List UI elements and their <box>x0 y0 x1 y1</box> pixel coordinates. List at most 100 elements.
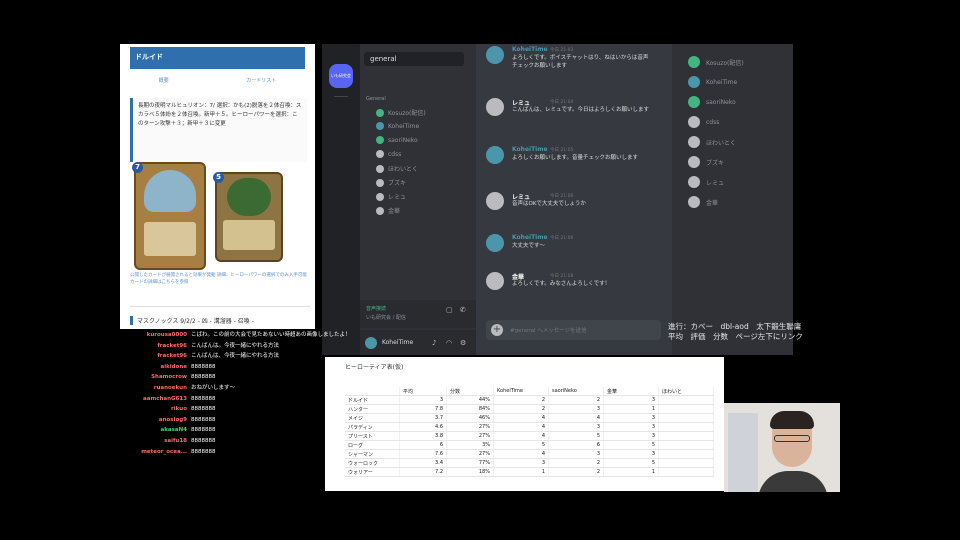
sheet-cell[interactable]: 4.6 <box>399 422 447 432</box>
settings-gear-icon[interactable]: ⚙ <box>460 339 466 347</box>
message-composer[interactable]: + #general へメッセージを送信 <box>486 320 661 340</box>
sheet-cell[interactable]: ドルイド <box>345 395 400 405</box>
sheet-cell[interactable]: 3 <box>603 413 659 423</box>
member-item[interactable]: KoheiTime <box>688 76 737 88</box>
sheet-header-cell[interactable]: ほわいと <box>658 387 714 396</box>
sheet-cell[interactable]: 77% <box>446 458 494 468</box>
message-avatar[interactable] <box>486 234 504 252</box>
headphones-icon[interactable]: ◠ <box>446 339 452 347</box>
chat-log-user[interactable]: fracket96 <box>157 341 187 351</box>
sheet-cell[interactable]: 3 <box>603 395 659 405</box>
sheet-cell[interactable] <box>658 395 714 405</box>
sheet-cell[interactable]: 44% <box>446 395 494 405</box>
sheet-cell[interactable]: 6 <box>548 440 604 450</box>
sheet-header-cell[interactable]: 金華 <box>603 387 659 396</box>
sheet-cell[interactable]: 5 <box>493 440 549 450</box>
member-item[interactable]: 金華 <box>688 196 718 208</box>
sheet-cell[interactable]: 3 <box>548 422 604 432</box>
member-item[interactable]: ブズキ <box>688 156 724 168</box>
channel-search[interactable]: general <box>364 52 464 66</box>
sheet-cell[interactable]: 3 <box>493 458 549 468</box>
sheet-cell[interactable]: 1 <box>603 404 659 414</box>
chat-log-user[interactable]: akasaN4 <box>161 425 188 435</box>
sheet-cell[interactable]: 4 <box>548 413 604 423</box>
composer-placeholder[interactable]: #general へメッセージを送信 <box>510 326 587 334</box>
sheet-cell[interactable]: 84% <box>446 404 494 414</box>
voice-category-label[interactable]: General <box>366 96 386 102</box>
message-author[interactable]: KoheiTime <box>512 146 548 153</box>
sheet-cell[interactable]: 2 <box>493 404 549 414</box>
member-item[interactable]: ほわいとく <box>688 136 736 148</box>
voice-user[interactable]: KoheiTime <box>376 122 419 130</box>
video-icon[interactable]: ▢ <box>446 306 453 314</box>
chat-log-user[interactable]: kurousa0000 <box>147 330 187 340</box>
sheet-cell[interactable]: ハンター <box>345 404 400 414</box>
sheet-cell[interactable] <box>658 467 714 477</box>
message-avatar[interactable] <box>486 146 504 164</box>
sheet-cell[interactable]: 3 <box>603 449 659 459</box>
chat-log-user[interactable]: Shamocrow <box>151 372 187 382</box>
sheet-cell[interactable]: 7.6 <box>399 449 447 459</box>
disconnect-icon[interactable]: ✆ <box>460 306 466 314</box>
sheet-cell[interactable]: 3.8 <box>399 431 447 441</box>
sheet-cell[interactable]: 46% <box>446 413 494 423</box>
member-item[interactable]: saoriNeko <box>688 96 736 108</box>
sheet-cell[interactable]: 3 <box>548 404 604 414</box>
sheet-cell[interactable] <box>658 440 714 450</box>
sheet-cell[interactable]: 2 <box>548 467 604 477</box>
voice-user[interactable]: Kosuzo(配信) <box>376 108 426 117</box>
mic-icon[interactable]: ♪ <box>432 339 436 347</box>
sheet-cell[interactable] <box>658 458 714 468</box>
sheet-cell[interactable] <box>658 431 714 441</box>
sheet-cell[interactable]: 1 <box>493 467 549 477</box>
sheet-cell[interactable]: 2 <box>548 458 604 468</box>
sheet-cell[interactable]: 4 <box>493 413 549 423</box>
sheet-cell[interactable]: 18% <box>446 467 494 477</box>
sheet-header-cell[interactable]: 平均 <box>399 387 447 396</box>
sheet-cell[interactable]: 4 <box>493 431 549 441</box>
sheet-cell[interactable]: 5 <box>548 431 604 441</box>
voice-user[interactable]: 金華 <box>376 206 400 215</box>
sheet-cell[interactable]: 27% <box>446 449 494 459</box>
message-avatar[interactable] <box>486 272 504 290</box>
message-avatar[interactable] <box>486 192 504 210</box>
member-item[interactable]: Kosuzo(配信) <box>688 56 744 68</box>
voice-user[interactable]: cdss <box>376 150 401 158</box>
member-item[interactable]: cdss <box>688 116 719 128</box>
sheet-cell[interactable]: ローグ <box>345 440 400 450</box>
chat-log-user[interactable]: rikuo <box>171 404 187 414</box>
chat-log-user[interactable]: fracket96 <box>157 351 187 361</box>
sheet-cell[interactable]: メイジ <box>345 413 400 423</box>
hero-card-2[interactable]: 5 <box>213 172 283 262</box>
attach-plus-icon[interactable]: + <box>491 324 503 336</box>
sheet-cell[interactable]: パラディン <box>345 422 400 432</box>
sheet-header-cell[interactable]: 分数 <box>446 387 494 396</box>
sheet-cell[interactable] <box>658 422 714 432</box>
sheet-cell[interactable]: ウォリアー <box>345 467 400 477</box>
sheet-header-cell[interactable]: KoheiTime <box>493 387 549 396</box>
message-author[interactable]: KoheiTime <box>512 46 548 53</box>
sheet-cell[interactable]: 3 <box>548 449 604 459</box>
sheet-cell[interactable]: 27% <box>446 422 494 432</box>
sheet-cell[interactable] <box>658 413 714 423</box>
sheet-cell[interactable]: 6 <box>399 440 447 450</box>
sheet-cell[interactable]: 3 <box>603 422 659 432</box>
sheet-cell[interactable]: 2 <box>548 395 604 405</box>
guide-tab-cardlist[interactable]: カードリスト <box>242 75 280 86</box>
guide-tab-overview[interactable]: 概要 <box>155 75 173 86</box>
sheet-cell[interactable]: 7.8 <box>399 404 447 414</box>
sheet-header-cell[interactable] <box>345 387 400 396</box>
sheet-cell[interactable]: 27% <box>446 431 494 441</box>
sheet-cell[interactable]: プリースト <box>345 431 400 441</box>
message-author[interactable]: 金華 <box>512 272 524 281</box>
message-avatar[interactable] <box>486 98 504 116</box>
chat-log-user[interactable]: aikidone <box>160 362 187 372</box>
sheet-cell[interactable]: 7.2 <box>399 467 447 477</box>
sheet-cell[interactable]: シャーマン <box>345 449 400 459</box>
server-icon[interactable]: いも研究会 <box>329 64 353 88</box>
sheet-cell[interactable]: 5 <box>603 440 659 450</box>
self-avatar[interactable] <box>365 337 377 349</box>
voice-user[interactable]: レミュ <box>376 192 406 201</box>
voice-user[interactable]: saoriNeko <box>376 136 418 144</box>
sheet-cell[interactable]: 3% <box>446 440 494 450</box>
